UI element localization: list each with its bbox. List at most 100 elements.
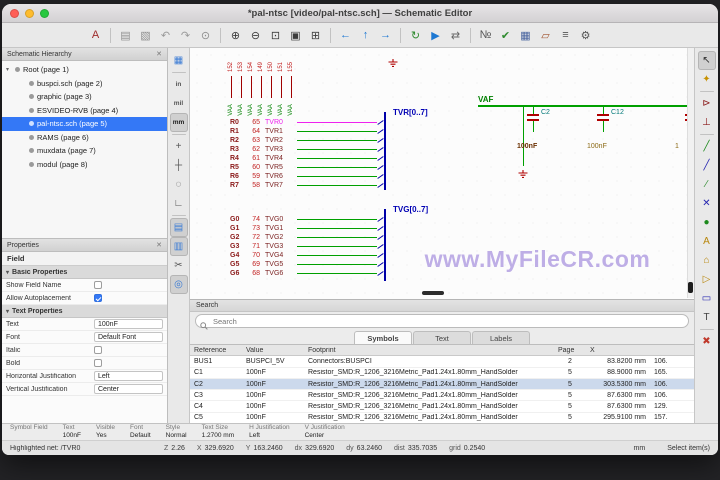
net-label[interactable]: TVR7 <box>265 182 297 189</box>
units-mm-icon[interactable]: mm <box>169 113 188 132</box>
toolbar-button[interactable] <box>110 27 111 43</box>
erc-check-icon[interactable]: ✔ <box>496 25 515 45</box>
wire-segment[interactable] <box>297 140 377 141</box>
ground-symbol[interactable] <box>387 55 399 73</box>
wire-segment[interactable] <box>297 149 377 150</box>
toolbar-button[interactable] <box>171 215 186 216</box>
symbol-fields-table-icon[interactable]: ▦ <box>516 25 535 45</box>
property-value-field[interactable]: Default Font <box>94 332 163 342</box>
hierarchy-panel-icon[interactable]: ▤ <box>169 218 188 237</box>
net-label[interactable]: TVR4 <box>265 155 297 162</box>
property-value-field[interactable]: Left <box>94 371 163 381</box>
zoom-fit-icon[interactable]: ⊡ <box>266 25 285 45</box>
wire-segment[interactable] <box>297 176 377 177</box>
delete-tool-icon[interactable]: ✖ <box>698 332 716 351</box>
G0[interactable]: G0 74 TVG0 <box>230 215 384 224</box>
table-row[interactable]: C4 100nF Resistor_SMD:R_1206_3216Metric_… <box>190 401 694 413</box>
wire-to-bus-entry-icon[interactable]: ∕ <box>698 175 716 194</box>
canvas-horizontal-scrollbar-thumb[interactable] <box>422 291 444 295</box>
toolbar-button[interactable] <box>699 134 714 135</box>
resistor-column[interactable]: 150 VAA <box>266 54 276 118</box>
toolbar-button[interactable] <box>400 27 401 43</box>
table-row[interactable]: C5 100nF Resistor_SMD:R_1206_3216Metric_… <box>190 413 694 423</box>
refresh-icon[interactable]: ↻ <box>406 25 425 45</box>
zoom-in-icon[interactable]: ⊕ <box>226 25 245 45</box>
net-label[interactable]: TVG3 <box>265 243 297 250</box>
R5[interactable]: R5 60 TVR5 <box>230 163 384 172</box>
bus-line[interactable] <box>384 112 386 190</box>
property-checkbox[interactable] <box>94 359 102 367</box>
mirror-icon[interactable]: ⇄ <box>446 25 465 45</box>
add-symbol-icon[interactable]: ⊳ <box>698 94 716 113</box>
resistor-network[interactable]: 152 VAA 153 VAA 154 VAA 149 VAA 150 VAA … <box>226 54 296 118</box>
property-row[interactable]: ▾ Vertical Justification Center <box>2 383 167 396</box>
property-row[interactable]: ▾ Show Field Name <box>2 279 167 292</box>
value-field[interactable]: 100nF <box>517 143 537 150</box>
property-row[interactable]: ▾ Text 100nF <box>2 318 167 331</box>
canvas-vertical-scrollbar[interactable] <box>687 48 694 298</box>
column-header[interactable]: Reference <box>190 347 242 354</box>
tree-item[interactable]: ▾ ESVIDEO-RVB (page 4) <box>2 104 167 118</box>
net-label[interactable]: TVR6 <box>265 173 297 180</box>
bom-icon[interactable]: ≡ <box>556 25 575 45</box>
wire-segment[interactable] <box>297 255 377 256</box>
add-bus-icon[interactable]: ╱ <box>698 156 716 175</box>
find-icon[interactable]: ⊙ <box>196 25 215 45</box>
nav-back-icon[interactable]: ← <box>336 25 355 45</box>
capacitor-symbol[interactable]: C12 100nF <box>587 106 624 150</box>
junction-icon[interactable]: ● <box>698 213 716 232</box>
resistor-column[interactable]: 154 VAA <box>246 54 256 118</box>
column-header[interactable]: Value <box>242 347 304 354</box>
add-power-icon[interactable]: ⊥ <box>698 113 716 132</box>
edit-text-properties-icon[interactable]: A <box>86 25 105 45</box>
close-icon[interactable]: ✕ <box>156 50 162 58</box>
property-row[interactable]: ▾ Text Properties <box>2 305 167 318</box>
scrollbar-thumb[interactable] <box>688 282 693 293</box>
search-panel-icon[interactable]: ◎ <box>169 275 188 294</box>
net-label[interactable]: TVG0 <box>265 216 297 223</box>
annotate-icon[interactable]: № <box>476 25 495 45</box>
select-tool-icon[interactable]: ↖ <box>697 51 716 70</box>
value-field[interactable]: 100nF <box>587 143 607 150</box>
undo-icon[interactable]: ↶ <box>156 25 175 45</box>
R2[interactable]: R2 63 TVR2 <box>230 136 384 145</box>
table-row[interactable]: C2 100nF Resistor_SMD:R_1206_3216Metric_… <box>190 378 694 391</box>
toolbar-button[interactable] <box>171 134 186 135</box>
resistor-column[interactable]: 151 VAA <box>276 54 286 118</box>
net-label[interactable]: TVR3 <box>265 146 297 153</box>
toolbar-button[interactable] <box>220 27 221 43</box>
R3[interactable]: R3 62 TVR3 <box>230 145 384 154</box>
hv-wires-icon[interactable]: ∟ <box>170 194 188 213</box>
ground-symbol[interactable] <box>517 166 529 184</box>
power-net-label[interactable]: VAF <box>478 95 493 104</box>
cursor-shape-icon[interactable]: + <box>170 137 188 156</box>
property-row[interactable]: ▾ Italic <box>2 344 167 357</box>
zoom-page-icon[interactable]: ▣ <box>286 25 305 45</box>
no-connect-icon[interactable]: ✕ <box>698 194 716 213</box>
table-row[interactable]: C3 100nF Resistor_SMD:R_1206_3216Metric_… <box>190 390 694 402</box>
hierarchical-label-icon[interactable]: ▷ <box>698 270 716 289</box>
bus-label-tvr[interactable]: TVR[0..7] <box>393 108 428 117</box>
G2[interactable]: G2 72 TVG2 <box>230 233 384 242</box>
property-value-field[interactable]: 100nF <box>94 319 163 329</box>
G3[interactable]: G3 71 TVG3 <box>230 242 384 251</box>
G4[interactable]: G4 70 TVG4 <box>230 251 384 260</box>
close-window-button[interactable] <box>10 8 19 18</box>
wire-segment[interactable] <box>297 228 377 229</box>
zoom-out-icon[interactable]: ⊖ <box>246 25 265 45</box>
schematic-canvas[interactable]: 152 VAA 153 VAA 154 VAA 149 VAA 150 VAA … <box>190 48 694 423</box>
add-sheet-icon[interactable]: ▭ <box>698 289 716 308</box>
property-row[interactable]: ▾ Basic Properties <box>2 266 167 279</box>
bus-label-tvg[interactable]: TVG[0..7] <box>393 205 428 214</box>
tree-item[interactable]: ▾ muxdata (page 7) <box>2 144 167 158</box>
toolbar-button[interactable] <box>699 329 714 330</box>
wire-segment[interactable] <box>297 185 377 186</box>
toolbar-button[interactable] <box>171 72 186 73</box>
R1[interactable]: R1 64 TVR1 <box>230 127 384 136</box>
scissors-icon[interactable]: ✂ <box>170 256 188 275</box>
resistor-column[interactable]: 155 VAA <box>286 54 296 118</box>
minimize-window-button[interactable] <box>25 8 34 18</box>
net-label[interactable]: TVR0 <box>265 119 297 126</box>
resistor-column[interactable]: 153 VAA <box>236 54 246 118</box>
property-row[interactable]: ▾ Allow Autoplacement <box>2 292 167 305</box>
